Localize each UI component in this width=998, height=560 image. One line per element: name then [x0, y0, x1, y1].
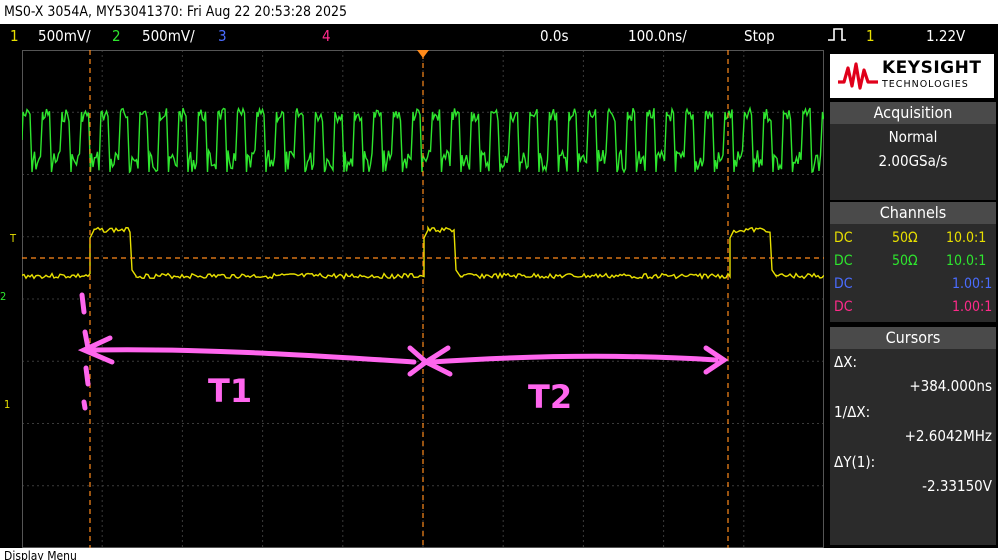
inverse-delta-x-label: 1/ΔX:	[834, 403, 871, 421]
time-scale[interactable]: 100.0ns/	[628, 24, 687, 48]
delta-x-value: +384.000ns	[909, 377, 992, 395]
ch1-number[interactable]: 1	[10, 24, 19, 48]
delta-x-label: ΔX:	[834, 353, 858, 371]
trigger-position-marker	[417, 50, 429, 58]
ch2-number[interactable]: 2	[112, 24, 121, 48]
window-title: MS0-X 3054A, MY53041370: Fri Aug 22 20:5…	[0, 0, 998, 24]
channel-row-4[interactable]: DC 1.00:1	[832, 297, 996, 317]
ch1-ground-marker[interactable]: 1	[4, 398, 10, 411]
ch1-scale[interactable]: 500mV/	[38, 24, 91, 48]
ch4-number[interactable]: 4	[322, 24, 331, 48]
ch3-probe: 1.00:1	[952, 276, 993, 292]
ch2-ground-marker[interactable]: 2	[0, 290, 6, 303]
right-panel: KEYSIGHT TECHNOLOGIES Acquisition Normal…	[826, 50, 998, 548]
waveform-display[interactable]: T1 T2	[22, 50, 824, 548]
channel-row-2[interactable]: DC 50Ω 10.0:1	[832, 251, 996, 271]
status-bar: 1 500mV/ 2 500mV/ 3 4 0.0s 100.0ns/ Stop…	[0, 24, 998, 48]
ch1-impedance: 50Ω	[892, 230, 918, 246]
ch3-number[interactable]: 3	[218, 24, 227, 48]
cursors-section[interactable]: ΔX: +384.000ns 1/ΔX: +2.6042MHz ΔY(1): -…	[830, 349, 996, 545]
ch4-coupling: DC	[834, 299, 853, 315]
acquisition-header[interactable]: Acquisition	[830, 102, 996, 124]
ch2-probe: 10.0:1	[946, 253, 987, 269]
channels-section[interactable]: DC 50Ω 10.0:1 DC 50Ω 10.0:1 DC 1.00:1 DC…	[830, 224, 996, 322]
trigger-source[interactable]: 1	[866, 24, 875, 48]
annotation-t2: T2	[528, 378, 572, 416]
time-offset[interactable]: 0.0s	[540, 24, 568, 48]
message-bar: Display Menu	[0, 548, 998, 560]
ch1-probe: 10.0:1	[946, 230, 987, 246]
ch1-coupling: DC	[834, 230, 853, 246]
channel-row-3[interactable]: DC 1.00:1	[832, 274, 996, 294]
acquisition-section[interactable]: Normal 2.00GSa/s	[830, 124, 996, 200]
logo-subtitle: TECHNOLOGIES	[882, 79, 969, 90]
ch2-impedance: 50Ω	[892, 253, 918, 269]
annotation-drawing	[77, 292, 729, 411]
ch3-coupling: DC	[834, 276, 853, 292]
delta-y-label: ΔY(1):	[834, 453, 876, 471]
trigger-marker: T	[10, 232, 17, 245]
ch2-coupling: DC	[834, 253, 853, 269]
trigger-level[interactable]: 1.22V	[926, 24, 965, 48]
cursors-title: Cursors	[885, 328, 941, 347]
channels-header[interactable]: Channels	[830, 202, 996, 224]
keysight-logo: KEYSIGHT TECHNOLOGIES	[830, 54, 994, 98]
ch4-probe: 1.00:1	[952, 299, 993, 315]
inverse-delta-x-value: +2.6042MHz	[904, 427, 992, 445]
acquisition-title: Acquisition	[873, 103, 953, 122]
acquisition-mode: Normal	[888, 128, 938, 146]
delta-y-value: -2.33150V	[922, 477, 992, 495]
annotation-t1: T1	[208, 372, 252, 410]
sample-rate: 2.00GSa/s	[878, 152, 948, 170]
ch2-scale[interactable]: 500mV/	[142, 24, 195, 48]
channels-title: Channels	[879, 203, 947, 222]
waveform-svg: T1 T2	[22, 50, 824, 548]
logo-brand: KEYSIGHT	[882, 58, 982, 78]
channel-row-1[interactable]: DC 50Ω 10.0:1	[832, 228, 996, 248]
cursors-header[interactable]: Cursors	[830, 327, 996, 349]
trigger-edge-icon[interactable]	[826, 24, 848, 51]
run-state[interactable]: Stop	[744, 24, 775, 48]
keysight-wave-icon	[838, 62, 878, 90]
